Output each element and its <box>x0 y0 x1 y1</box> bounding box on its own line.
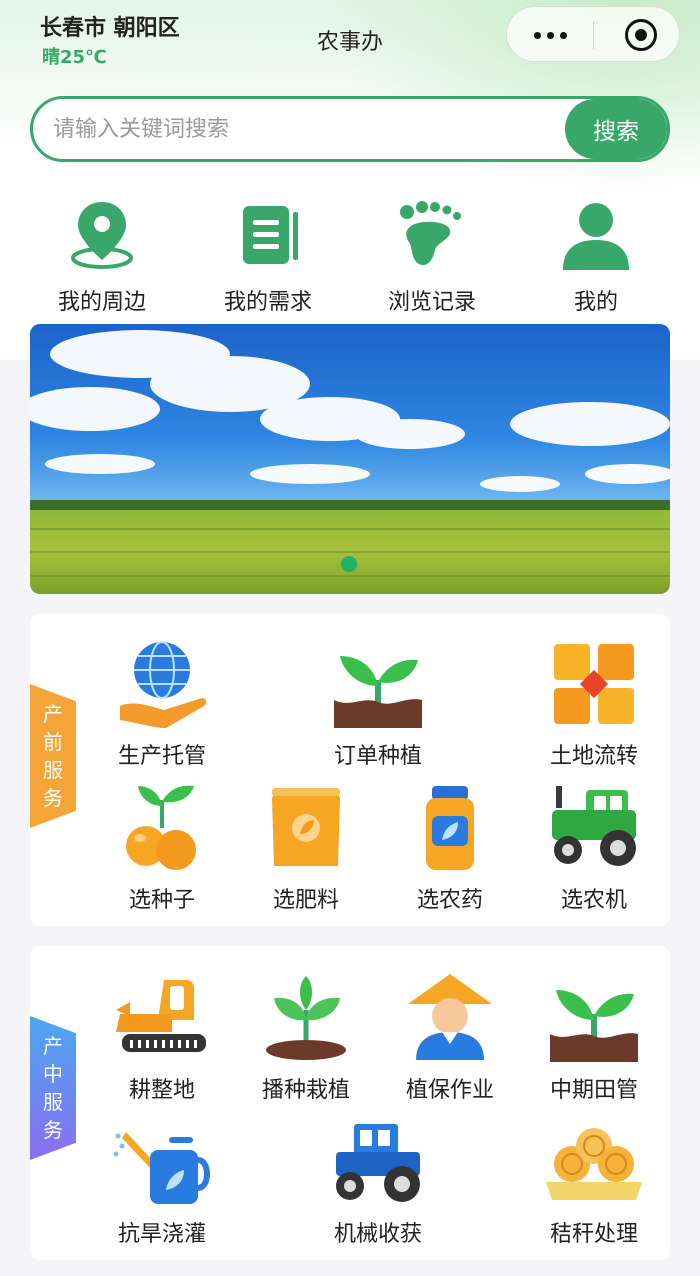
service-land-transfer[interactable]: 土地流转 <box>524 636 664 770</box>
pre-production-tab: 产前服务 <box>30 684 76 828</box>
tab-label: 产中服务 <box>43 1034 63 1142</box>
service-label: 机械收获 <box>333 1222 422 1247</box>
service-straw-processing[interactable]: 秸秆处理 <box>524 1120 664 1248</box>
service-label: 选种子 <box>128 888 195 913</box>
footprint-icon <box>400 201 461 266</box>
service-label: 选肥料 <box>272 888 339 913</box>
globe-hand-icon <box>120 641 207 728</box>
harvester-tractor-icon <box>336 1124 420 1202</box>
quick-link-needs[interactable]: 我的需求 <box>188 198 348 316</box>
service-label: 植保作业 <box>405 1078 494 1103</box>
service-label: 抗旱浇灌 <box>117 1222 206 1247</box>
service-sowing-planting[interactable]: 播种栽植 <box>236 970 376 1104</box>
search-button[interactable]: 搜索 <box>565 99 667 159</box>
search-bar: 搜索 <box>30 96 670 162</box>
service-tillage[interactable]: 耕整地 <box>92 970 232 1104</box>
more-menu-button[interactable] <box>507 7 593 63</box>
more-dots-icon <box>533 31 541 39</box>
land-blocks-icon <box>554 644 634 724</box>
service-label: 中期田管 <box>549 1078 638 1103</box>
tab-label: 产前服务 <box>43 702 63 810</box>
quick-link-label: 我的周边 <box>57 290 146 315</box>
mini-program-capsule <box>506 6 680 62</box>
service-label: 选农药 <box>416 888 483 913</box>
quick-link-history[interactable]: 浏览记录 <box>352 198 512 316</box>
quick-link-label: 浏览记录 <box>387 290 476 315</box>
service-label: 播种栽植 <box>261 1078 350 1103</box>
mid-production-tab: 产中服务 <box>30 1016 76 1160</box>
quick-links: 我的周边 我的需求 浏览记录 我的 <box>0 198 700 318</box>
mid-production-services-card: 产中服务 耕整地 播种栽植 植保作业 中期田管 抗旱浇灌 机械收获 秸秆处理 <box>30 946 670 1260</box>
sprout-soil-icon <box>550 990 638 1062</box>
quick-link-label: 我的需求 <box>223 290 312 315</box>
service-label: 订单种植 <box>333 744 422 769</box>
excavator-icon <box>116 980 206 1052</box>
document-list-icon <box>243 206 298 264</box>
service-mechanical-harvest[interactable]: 机械收获 <box>308 1120 448 1248</box>
seed-fruit-icon <box>126 785 196 870</box>
service-label: 土地流转 <box>549 744 638 769</box>
quick-link-mine[interactable]: 我的 <box>516 198 676 316</box>
service-label: 秸秆处理 <box>549 1222 638 1247</box>
service-label: 选农机 <box>560 888 627 913</box>
user-icon <box>563 203 629 270</box>
capsule-divider <box>593 21 594 49</box>
search-input[interactable] <box>53 99 553 159</box>
farmer-icon <box>408 974 492 1060</box>
carousel-indicator-active[interactable] <box>341 556 357 572</box>
service-choose-pesticide[interactable]: 选农药 <box>380 780 520 914</box>
service-label: 生产托管 <box>117 744 206 769</box>
tractor-icon <box>552 786 636 866</box>
service-choose-fertilizer[interactable]: 选肥料 <box>236 780 376 914</box>
service-mid-field-management[interactable]: 中期田管 <box>524 970 664 1104</box>
pre-production-services-card: 产前服务 生产托管 订单种植 土地流转 选种子 选肥料 选农药 选农机 <box>30 614 670 926</box>
service-order-planting[interactable]: 订单种植 <box>308 636 448 770</box>
fertilizer-bag-icon <box>272 788 340 866</box>
close-target-icon[interactable] <box>625 19 657 51</box>
quick-link-label: 我的 <box>573 290 618 315</box>
sprout-soil-icon <box>334 656 422 728</box>
watering-can-icon <box>113 1132 210 1204</box>
rice-field-image <box>30 324 670 594</box>
pesticide-bottle-icon <box>426 786 474 870</box>
service-irrigation[interactable]: 抗旱浇灌 <box>92 1120 232 1248</box>
seedling-icon <box>266 976 346 1060</box>
quick-link-nearby[interactable]: 我的周边 <box>22 198 182 316</box>
service-choose-seeds[interactable]: 选种子 <box>92 780 232 914</box>
service-label: 耕整地 <box>128 1078 195 1103</box>
banner-carousel[interactable] <box>30 324 670 594</box>
service-choose-machinery[interactable]: 选农机 <box>524 780 664 914</box>
hay-bales-icon <box>546 1128 642 1200</box>
service-plant-protection[interactable]: 植保作业 <box>380 970 520 1104</box>
service-production-custody[interactable]: 生产托管 <box>92 636 232 770</box>
location-pin-icon <box>71 202 133 269</box>
